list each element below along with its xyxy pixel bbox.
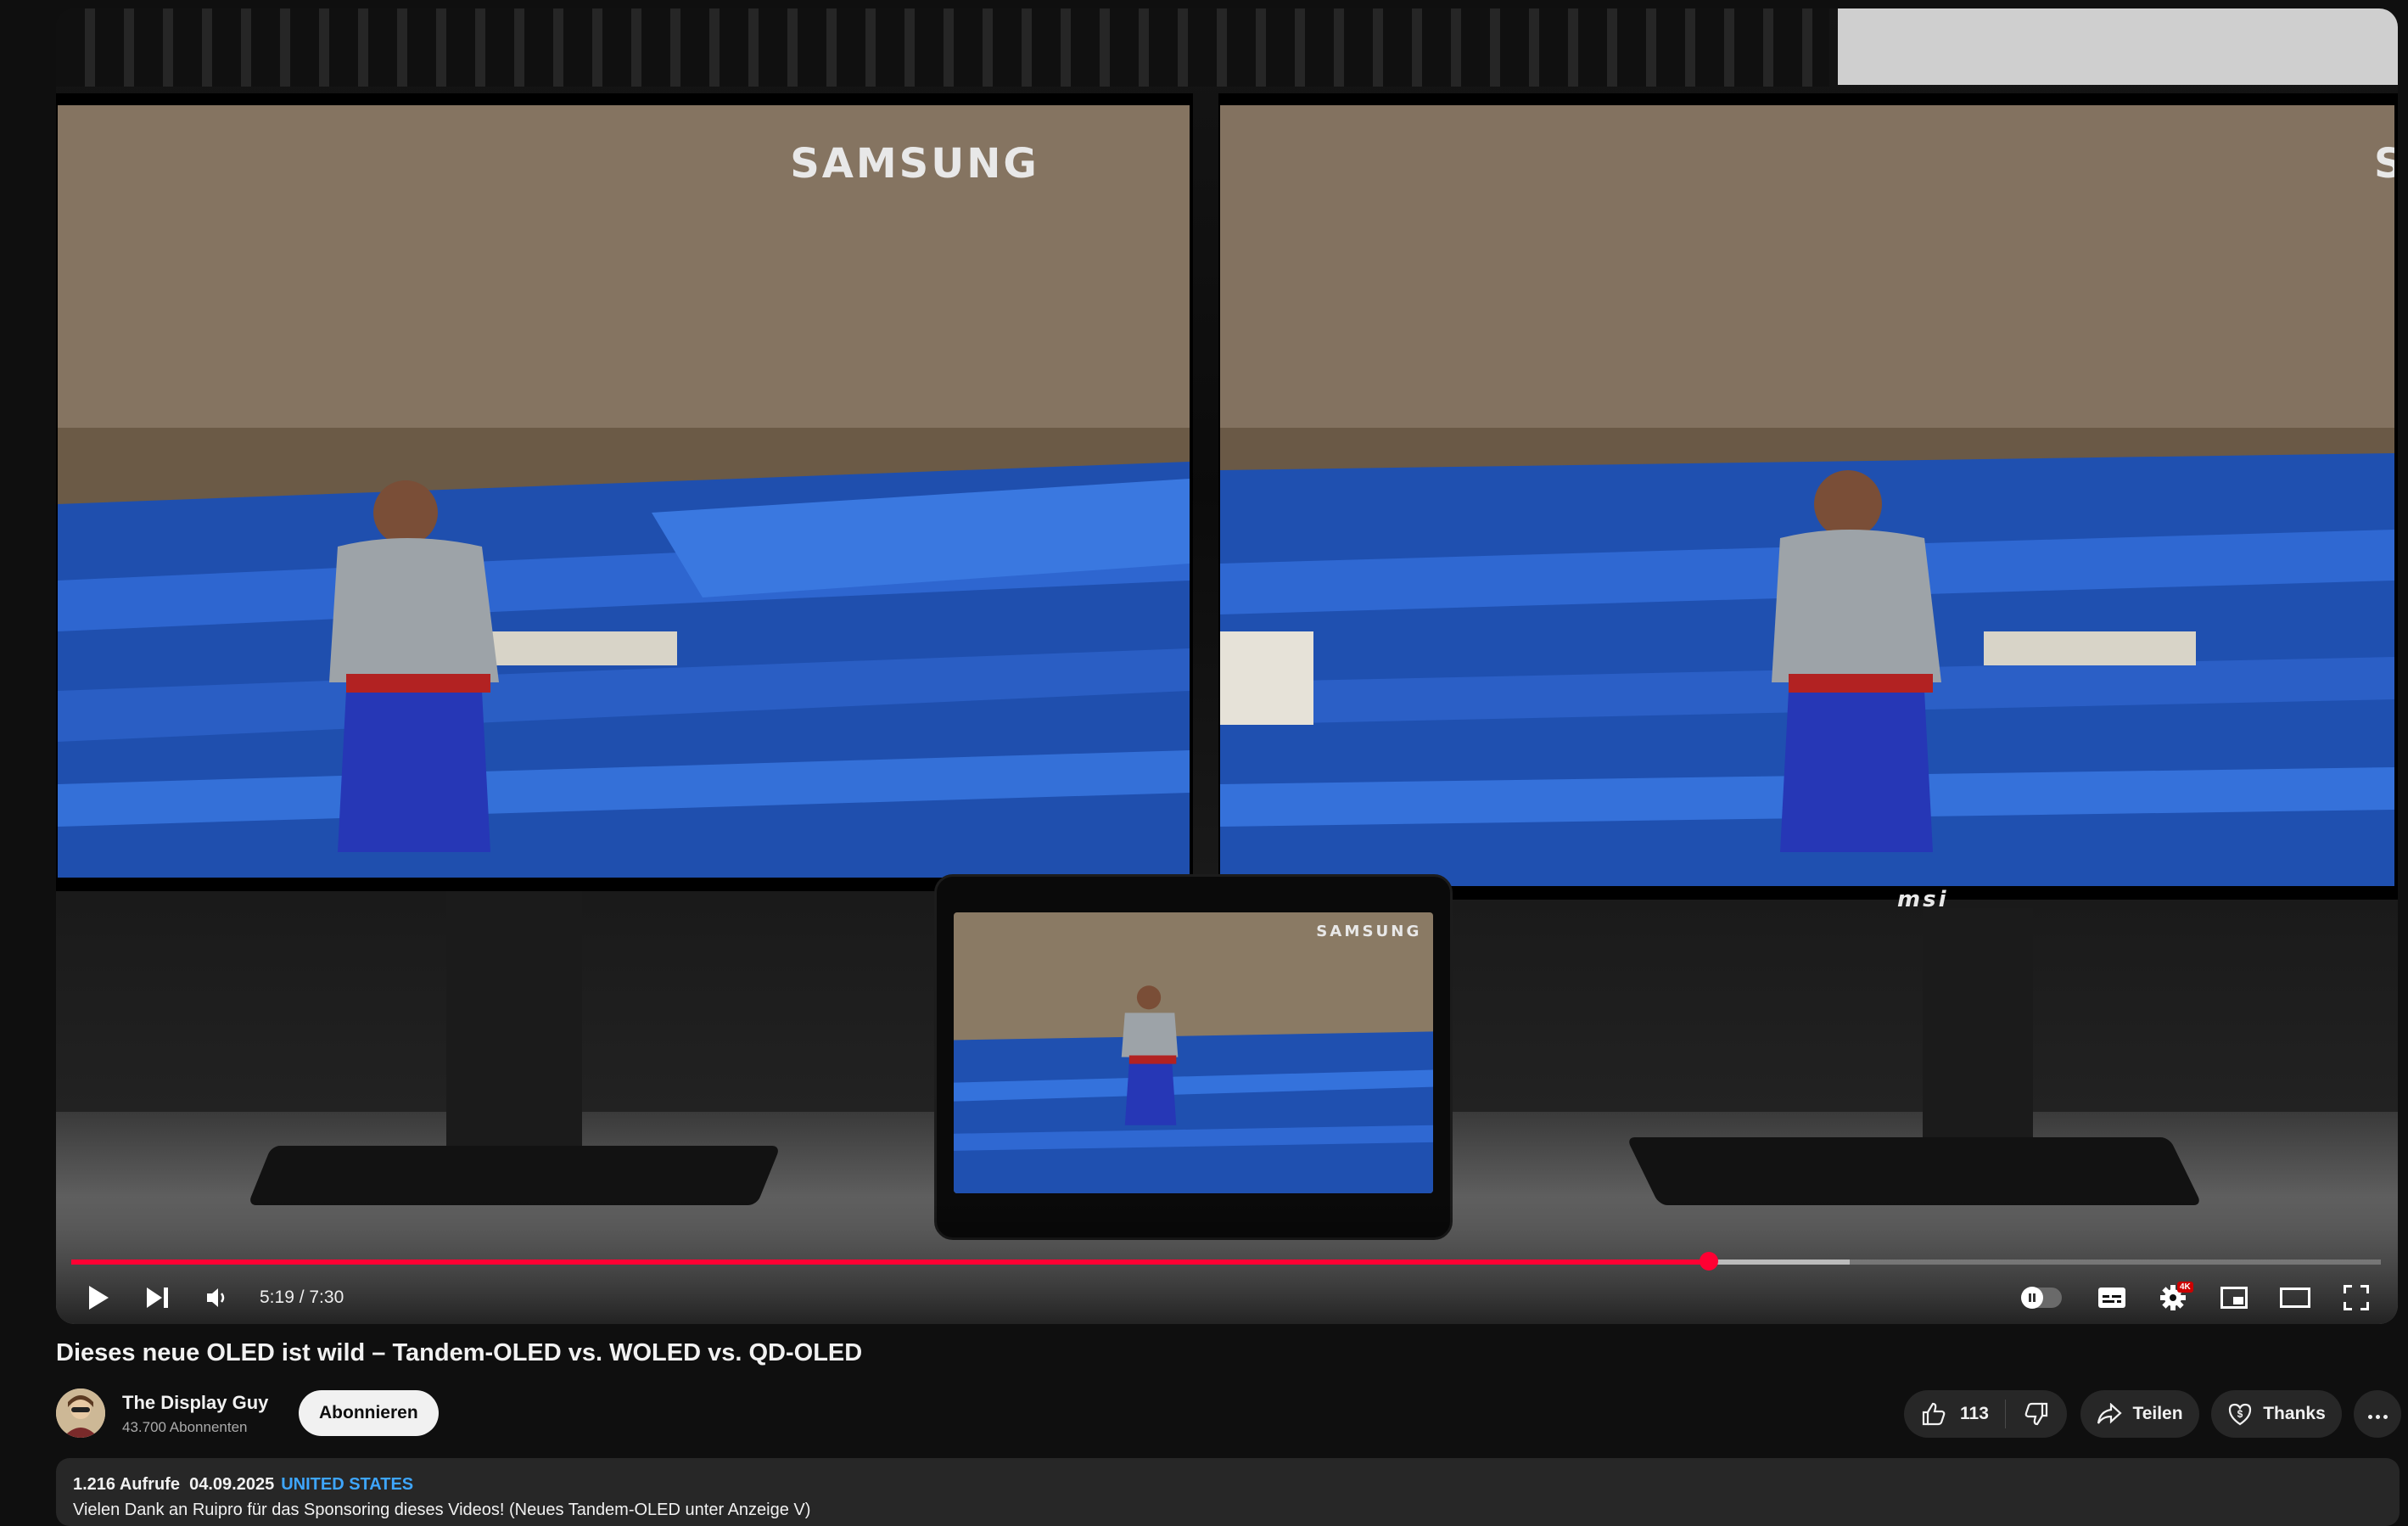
video-player[interactable]: SAMSUNG S msi SAMSUNG 5:19 / 7:30 4K xyxy=(56,8,2398,1324)
autoplay-toggle-icon xyxy=(2021,1287,2043,1309)
like-button[interactable]: 113 xyxy=(1904,1390,2005,1438)
msi-logo: msi xyxy=(1897,887,1948,912)
right-monitor-screen: SAMSUNG xyxy=(1220,105,2394,886)
right-monitor: SAMSUNG xyxy=(1218,93,2398,900)
settings-button[interactable]: 4K xyxy=(2145,1275,2201,1321)
progress-bar[interactable] xyxy=(71,1252,2381,1271)
left-screen-image: SAMSUNG xyxy=(58,105,1190,878)
tablet-screen: SAMSUNG xyxy=(954,912,1433,1193)
samsung-watermark: SAMSUNG xyxy=(790,140,1039,188)
dislike-icon xyxy=(2024,1402,2048,1426)
video-title: Dieses neue OLED ist wild – Tandem-OLED … xyxy=(56,1339,863,1366)
miniplayer-button[interactable] xyxy=(2206,1275,2262,1321)
description-box[interactable]: 1.216 Aufrufe 04.09.2025 UNITED STATES Vi… xyxy=(56,1458,2400,1526)
channel-name[interactable]: The Display Guy xyxy=(122,1392,268,1414)
window-light xyxy=(1838,8,2398,85)
progress-scrubber[interactable] xyxy=(1699,1252,1718,1271)
fullscreen-icon xyxy=(2344,1285,2369,1310)
location-tag[interactable]: UNITED STATES xyxy=(281,1475,413,1494)
description-text: Vielen Dank an Ruipro für das Sponsoring… xyxy=(73,1501,811,1519)
left-monitor: SAMSUNG xyxy=(56,93,1193,891)
left-monitor-stand xyxy=(446,891,582,1146)
thanks-button[interactable]: $ Thanks xyxy=(2211,1390,2342,1438)
subscribe-button[interactable]: Abonnieren xyxy=(299,1390,439,1436)
thanks-label: Thanks xyxy=(2263,1404,2326,1423)
like-dislike-group: 113 xyxy=(1904,1390,2067,1438)
quality-badge: 4K xyxy=(2177,1282,2193,1293)
avatar-image xyxy=(56,1389,105,1438)
next-button[interactable] xyxy=(132,1275,183,1321)
progress-played xyxy=(71,1260,1709,1265)
video-frame: SAMSUNG S msi SAMSUNG xyxy=(56,8,2398,1324)
share-icon xyxy=(2097,1403,2123,1424)
svg-text:$: $ xyxy=(2237,1408,2243,1420)
video-stats: 1.216 Aufrufe 04.09.2025 UNITED STATES xyxy=(73,1475,413,1495)
share-button[interactable]: Teilen xyxy=(2080,1390,2199,1438)
volume-icon xyxy=(207,1288,225,1307)
right-screen-image: SAMSUNG xyxy=(1220,105,2394,886)
more-icon xyxy=(2366,1404,2389,1424)
miniplayer-icon xyxy=(2220,1287,2248,1309)
subtitles-icon xyxy=(2098,1288,2125,1308)
player-controls: 5:19 / 7:30 4K xyxy=(56,1275,2398,1321)
upload-date: 04.09.2025 xyxy=(189,1475,275,1494)
share-label: Teilen xyxy=(2132,1404,2183,1423)
next-icon xyxy=(147,1288,168,1308)
right-monitor-foot xyxy=(1626,1137,2203,1205)
theater-mode-button[interactable] xyxy=(2267,1275,2323,1321)
left-monitor-screen: SAMSUNG xyxy=(58,105,1190,878)
tablet-screen-image: SAMSUNG xyxy=(954,912,1433,1193)
autoplay-toggle[interactable] xyxy=(2021,1287,2062,1309)
more-actions-button[interactable] xyxy=(2354,1390,2401,1438)
play-button[interactable] xyxy=(73,1275,124,1321)
channel-row: The Display Guy 43.700 Abonnenten Abonni… xyxy=(56,1385,2401,1445)
subtitles-button[interactable] xyxy=(2084,1275,2140,1321)
tablet-device: SAMSUNG xyxy=(934,874,1453,1240)
avatar[interactable] xyxy=(56,1389,105,1438)
theater-icon xyxy=(2280,1288,2310,1308)
thanks-icon: $ xyxy=(2229,1403,2252,1426)
samsung-watermark-right: SAMSUNG xyxy=(2374,140,2394,188)
like-count: 113 xyxy=(1960,1404,1989,1423)
subscriber-count: 43.700 Abonnenten xyxy=(122,1419,248,1435)
window-blinds xyxy=(56,8,1829,87)
like-icon xyxy=(1922,1402,1946,1426)
dislike-button[interactable] xyxy=(2006,1390,2067,1438)
fullscreen-button[interactable] xyxy=(2328,1275,2384,1321)
right-monitor-stand xyxy=(1923,908,2033,1163)
view-count: 1.216 Aufrufe xyxy=(73,1475,180,1494)
tablet-samsung-watermark: SAMSUNG xyxy=(1316,923,1421,940)
svg-text:msi: msi xyxy=(1897,887,1948,912)
play-icon xyxy=(89,1286,109,1310)
mute-button[interactable] xyxy=(192,1275,243,1321)
time-display: 5:19 / 7:30 xyxy=(260,1288,344,1307)
